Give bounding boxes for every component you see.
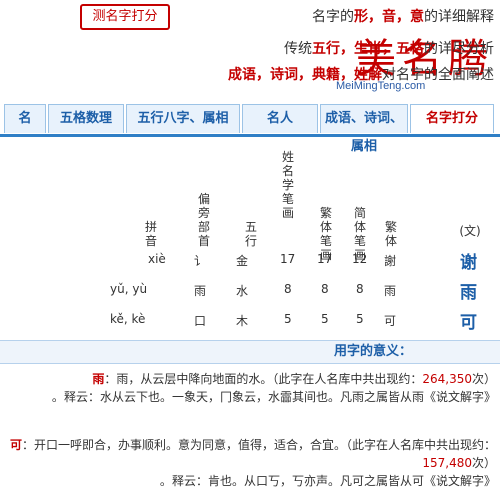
- trad-char: 可: [384, 314, 397, 328]
- wuxing: 水: [236, 284, 249, 298]
- trad-strokes: 17: [317, 252, 333, 266]
- shuowen-quote: 《说文解字》释云：肯也。从口丂，丂亦声。凡可之属皆从可。: [159, 474, 496, 488]
- simp-strokes: 8: [356, 282, 364, 296]
- simp-strokes: 5: [356, 312, 364, 326]
- tab-wuxing-bazi[interactable]: 五行八字、属相: [126, 104, 240, 133]
- slogan-text: 的详尽分析: [424, 41, 494, 57]
- site-header: 测名字打分 美名腾 MeiMingTeng.com 名字的形，音，意的详细解释 …: [0, 0, 500, 100]
- meaning-paragraph-2: 可：开口一呼即合，办事顺利。意为同意，值得，适合，合宜。（此字在人名库中共出现约…: [4, 436, 496, 490]
- meaning-text: 次）: [471, 372, 496, 386]
- trad-char: 雨: [384, 284, 397, 298]
- column-header: 姓名学笔画: [281, 150, 294, 220]
- slogan-text: 对名字的全面阐述: [382, 67, 494, 83]
- meaning-char: 雨: [92, 372, 105, 386]
- slogan-highlight: 成语，诗词，典籍，姓解: [228, 67, 382, 83]
- meaning-text: ：开口一呼即合，办事顺利。意为同意，值得，适合，合宜。（此字在人名库中共出现约：: [21, 438, 496, 452]
- wuxing: 金: [236, 254, 249, 268]
- logo-seal: 测名字打分: [80, 4, 170, 30]
- pinyin: xiè: [148, 252, 166, 266]
- pinyin: kě, kè: [110, 312, 146, 326]
- radical: 雨: [194, 284, 207, 298]
- meaning-section-header: 用字的意义：: [0, 340, 500, 364]
- radical: 讠: [194, 254, 207, 268]
- meaning-char: 可: [9, 438, 22, 452]
- tab-name-score[interactable]: 名字打分: [410, 104, 494, 133]
- nav-tabs: 名字打分 成语、诗词、属相 名人 五行八字、属相 五格数理 名: [0, 100, 500, 154]
- wuxing: 木: [236, 314, 249, 328]
- tab-wuge[interactable]: 五格数理: [48, 104, 124, 133]
- occurrence-count: 264,350: [422, 372, 472, 386]
- tab-celebrities[interactable]: 名人: [242, 104, 318, 133]
- slogan-text: 的详细解释: [424, 9, 494, 25]
- trad-char: 謝: [384, 254, 397, 268]
- meaning-paragraph-1: 雨：雨，从云层中降向地面的水。（此字在人名库中共出现约：264,350次） 《说…: [4, 370, 496, 406]
- column-header: 拼音: [144, 220, 157, 248]
- name-char[interactable]: 可: [460, 308, 477, 333]
- meaning-text: ：雨，从云层中降向地面的水。（此字在人名库中共出现约：: [104, 372, 423, 386]
- name-strokes: 17: [280, 252, 296, 266]
- name-char[interactable]: 雨: [460, 278, 477, 303]
- slogan-line-1: 名字的形，音，意的详细解释: [312, 6, 494, 26]
- slogan-line-2: 传统五行，生肖，五格的详尽分析: [284, 38, 494, 58]
- character-table: (文) 繁体 简体笔画 繁体笔画 姓名学笔画 五行 偏旁部首 拼音 谢 謝 12…: [0, 148, 500, 338]
- name-char[interactable]: 谢: [460, 248, 477, 273]
- slogan-highlight: 形，音，意: [354, 9, 424, 25]
- meaning-text: 次）: [471, 456, 496, 470]
- shuowen-quote: 《说文解字》释云：水从云下也。一象天，冂象云，水霝其间也。凡雨之属皆从雨。: [51, 390, 496, 404]
- slogan-line-3: 成语，诗词，典籍，姓解对名字的全面阐述: [228, 64, 494, 84]
- slogan-text: 传统: [284, 41, 312, 57]
- occurrence-count: 157,480: [422, 456, 472, 470]
- name-strokes: 8: [284, 282, 292, 296]
- simp-strokes: 12: [352, 252, 368, 266]
- trad-strokes: 8: [321, 282, 329, 296]
- column-header: 五行: [244, 220, 257, 248]
- tab-overflow[interactable]: 名: [4, 104, 46, 133]
- radical: 口: [194, 314, 207, 328]
- pinyin: yǔ, yù: [110, 282, 148, 296]
- column-header: (文): [459, 224, 481, 238]
- trad-strokes: 5: [321, 312, 329, 326]
- slogan-highlight: 五行，生肖，五格: [312, 41, 424, 57]
- column-header: 繁体: [384, 220, 397, 248]
- name-strokes: 5: [284, 312, 292, 326]
- column-header: 偏旁部首: [197, 192, 210, 248]
- meaning-title: 用字的意义：: [333, 344, 412, 359]
- tab-idioms-poems[interactable]: 成语、诗词、属相: [320, 104, 408, 154]
- slogan-text: 名字的: [312, 9, 354, 25]
